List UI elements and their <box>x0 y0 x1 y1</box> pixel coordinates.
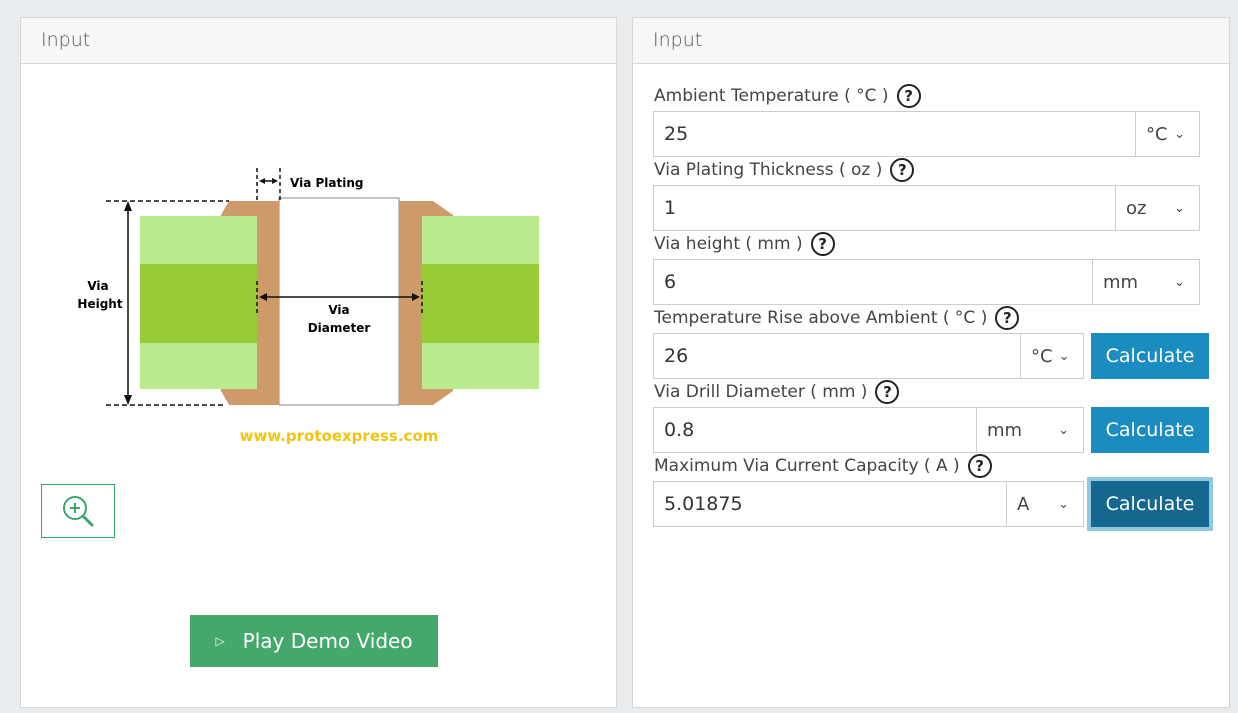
via-height-label: Via height ( mm ) ? <box>654 232 835 256</box>
left-laminate-core <box>140 264 257 343</box>
ambient-temperature-unit-select[interactable]: °C ⌄ <box>1135 112 1199 156</box>
via-plating-thickness-input[interactable] <box>654 186 1115 230</box>
left-laminate-bottom <box>140 343 257 389</box>
chevron-down-icon: ⌄ <box>1058 422 1069 438</box>
temperature-rise-unit-select[interactable]: °C ⌄ <box>1020 334 1083 378</box>
via-diameter-label-1: Via <box>328 303 349 317</box>
help-icon[interactable]: ? <box>995 306 1020 330</box>
right-laminate-top <box>422 216 539 264</box>
play-demo-video-label: Play Demo Video <box>242 629 413 653</box>
play-icon: ▷ <box>215 634 225 648</box>
help-icon[interactable]: ? <box>875 380 900 404</box>
right-plating-wall <box>399 201 422 405</box>
max-via-current-input[interactable] <box>654 482 1006 526</box>
help-icon[interactable]: ? <box>967 454 992 478</box>
help-icon[interactable]: ? <box>810 232 835 256</box>
max-via-current-group: A ⌄ <box>653 481 1084 527</box>
via-drill-diameter-group: mm ⌄ <box>653 407 1084 453</box>
ambient-temperature-group: °C ⌄ <box>653 111 1200 157</box>
calculate-temperature-rise-button[interactable]: Calculate <box>1091 333 1209 379</box>
panel-title: Input <box>21 18 616 64</box>
left-input-panel: Input Via Height Via Plating Via Diamete… <box>20 17 617 708</box>
ambient-temperature-input[interactable] <box>654 112 1135 156</box>
left-laminate-top <box>140 216 257 264</box>
watermark-text: www.protoexpress.com <box>240 427 439 445</box>
chevron-down-icon: ⌄ <box>1058 348 1070 364</box>
left-plating-wall <box>257 201 279 405</box>
ambient-temperature-label: Ambient Temperature ( °C ) ? <box>654 84 921 108</box>
calculate-via-drill-diameter-button[interactable]: Calculate <box>1091 407 1209 453</box>
via-height-label-1: Via <box>87 279 108 293</box>
via-plating-thickness-unit-select[interactable]: oz ⌄ <box>1115 186 1199 230</box>
chevron-down-icon: ⌄ <box>1174 200 1185 216</box>
via-plating-thickness-group: oz ⌄ <box>653 185 1200 231</box>
zoom-in-icon <box>63 496 94 527</box>
chevron-down-icon: ⌄ <box>1058 496 1069 512</box>
max-via-current-label: Maximum Via Current Capacity ( A ) ? <box>654 454 992 478</box>
chevron-down-icon: ⌄ <box>1174 126 1185 142</box>
help-icon[interactable]: ? <box>890 158 915 182</box>
via-plating-label: Via Plating <box>290 176 363 190</box>
max-via-current-unit-select[interactable]: A ⌄ <box>1006 482 1083 526</box>
via-drill-diameter-label: Via Drill Diameter ( mm ) ? <box>654 380 900 404</box>
chevron-down-icon: ⌄ <box>1174 274 1185 290</box>
via-height-label-2: Height <box>77 297 122 311</box>
zoom-button[interactable] <box>41 484 115 538</box>
via-plating-thickness-label: Via Plating Thickness ( oz ) ? <box>654 158 915 182</box>
via-drill-diameter-input[interactable] <box>654 408 976 452</box>
via-barrel <box>278 197 400 406</box>
play-demo-video-button[interactable]: ▷ Play Demo Video <box>190 615 438 667</box>
via-diameter-label-2: Diameter <box>308 321 371 335</box>
via-diagram: Via Height Via Plating Via Diameter www.… <box>77 168 539 445</box>
right-input-panel: Input Ambient Temperature ( °C ) ? °C ⌄ … <box>632 17 1230 708</box>
help-icon[interactable]: ? <box>896 84 921 108</box>
temperature-rise-group: °C ⌄ <box>653 333 1084 379</box>
via-drill-diameter-unit-select[interactable]: mm ⌄ <box>976 408 1083 452</box>
right-laminate-core <box>422 264 539 343</box>
via-height-group: mm ⌄ <box>653 259 1200 305</box>
right-laminate-bottom <box>422 343 539 389</box>
calculate-max-via-current-button[interactable]: Calculate <box>1091 481 1209 527</box>
via-height-unit-select[interactable]: mm ⌄ <box>1092 260 1199 304</box>
panel-title: Input <box>633 18 1229 64</box>
temperature-rise-label: Temperature Rise above Ambient ( °C ) ? <box>654 306 1020 330</box>
temperature-rise-input[interactable] <box>654 334 1020 378</box>
via-height-input[interactable] <box>654 260 1092 304</box>
